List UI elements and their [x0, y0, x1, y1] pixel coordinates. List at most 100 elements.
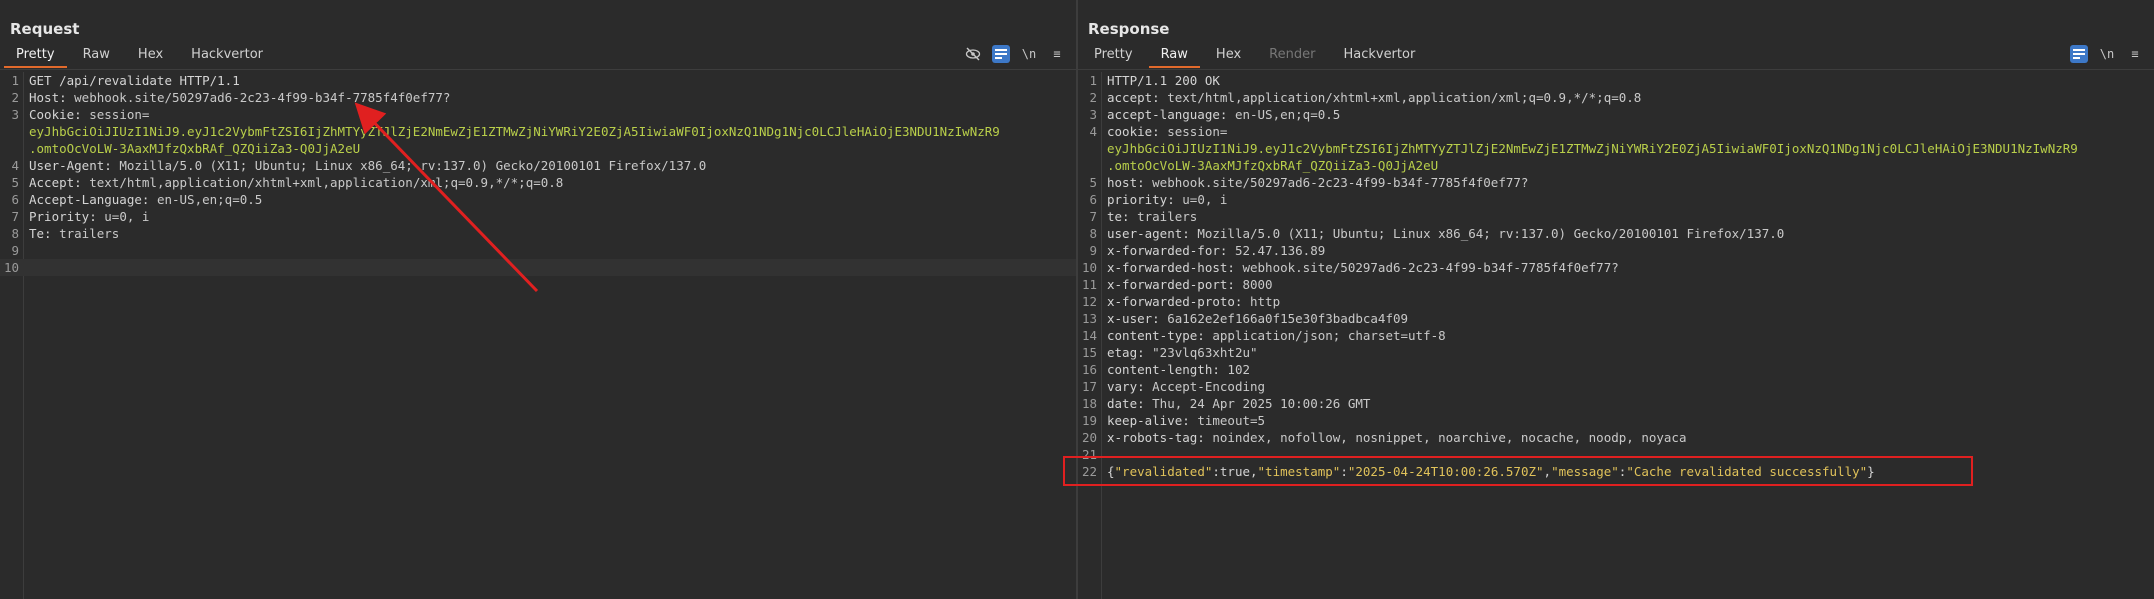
code-line[interactable]: 1 HTTP/1.1 200 OK: [1078, 72, 2154, 89]
code-line[interactable]: 14 content-type: application/json; charse…: [1078, 327, 2154, 344]
response-pane: Response Pretty Raw Hex Render Hackvertor \n…: [1078, 0, 2154, 599]
line-number: 5: [11, 175, 19, 190]
code-line[interactable]: 10 x-forwarded-host: webhook.site/50297ad…: [1078, 259, 2154, 276]
code-line[interactable]: 18 date: Thu, 24 Apr 2025 10:00:26 GMT: [1078, 395, 2154, 412]
code-line[interactable]: .omtoOcVoLW-3AaxMJfzQxbRAf_QZQiiZa3-Q0Jj…: [0, 140, 1076, 157]
line-number: 11: [1081, 277, 1097, 292]
line-number: 4: [11, 158, 19, 173]
header-name: Accept-Language:: [29, 192, 157, 207]
code-line[interactable]: 19 keep-alive: timeout=5: [1078, 412, 2154, 429]
code-line[interactable]: 15 etag: "23vlq63xht2u": [1078, 344, 2154, 361]
line-content: eyJhbGciOiJIUzI1NiJ9.eyJ1c2VybmFtZSI6IjZ…: [29, 123, 1000, 140]
code-line[interactable]: 12 x-forwarded-proto: http: [1078, 293, 2154, 310]
line-content: Te: trailers: [29, 225, 119, 242]
request-tab-separator: [0, 69, 1076, 70]
response-tab-hex[interactable]: Hex: [1204, 44, 1253, 68]
header-name: accept-language:: [1107, 107, 1235, 122]
code-line[interactable]: 9 x-forwarded-for: 52.47.136.89: [1078, 242, 2154, 259]
menu-icon[interactable]: ≡: [2126, 45, 2144, 63]
code-line[interactable]: 5 host: webhook.site/50297ad6-2c23-4f99-b…: [1078, 174, 2154, 191]
response-toolbar: \n ≡: [2070, 45, 2144, 63]
header-value: Mozilla/5.0 (X11; Ubuntu; Linux x86_64; …: [119, 158, 707, 173]
word-wrap-icon[interactable]: [2070, 45, 2088, 63]
code-line[interactable]: 16 content-length: 102: [1078, 361, 2154, 378]
header-value: Thu, 24 Apr 2025 10:00:26 GMT: [1152, 396, 1371, 411]
header-name: Cookie:: [29, 107, 90, 122]
code-line[interactable]: 9: [0, 242, 1076, 259]
newline-toggle-icon[interactable]: \n: [2098, 45, 2116, 63]
code-line[interactable]: 1 GET /api/revalidate HTTP/1.1: [0, 72, 1076, 89]
header-value: Accept-Encoding: [1152, 379, 1266, 394]
code-line[interactable]: 3 accept-language: en-US,en;q=0.5: [1078, 106, 2154, 123]
header-name: accept:: [1107, 90, 1168, 105]
code-line[interactable]: 2 accept: text/html,application/xhtml+xml…: [1078, 89, 2154, 106]
eye-off-icon[interactable]: [964, 45, 982, 63]
header-value: "23vlq63xht2u": [1152, 345, 1258, 360]
code-line[interactable]: 17 vary: Accept-Encoding: [1078, 378, 2154, 395]
code-line[interactable]: 10: [0, 259, 1076, 276]
request-tab-hackvertor[interactable]: Hackvertor: [179, 44, 275, 68]
line-content: x-forwarded-proto: http: [1107, 293, 1280, 310]
word-wrap-icon[interactable]: [992, 45, 1010, 63]
code-line[interactable]: 20 x-robots-tag: noindex, nofollow, nosni…: [1078, 429, 2154, 446]
code-line[interactable]: 8 Te: trailers: [0, 225, 1076, 242]
response-tab-raw[interactable]: Raw: [1148, 44, 1201, 68]
code-line[interactable]: 6 priority: u=0, i: [1078, 191, 2154, 208]
header-value: webhook.site/50297ad6-2c23-4f99-b34f-778…: [1152, 175, 1529, 190]
line-content: Host: webhook.site/50297ad6-2c23-4f99-b3…: [29, 89, 450, 106]
code-line[interactable]: 3 Cookie: session=: [0, 106, 1076, 123]
line-content: .omtoOcVoLW-3AaxMJfzQxbRAf_QZQiiZa3-Q0Jj…: [29, 140, 360, 157]
code-line[interactable]: 2 Host: webhook.site/50297ad6-2c23-4f99-b…: [0, 89, 1076, 106]
response-tab-separator: [1078, 69, 2154, 70]
line-content: x-forwarded-host: webhook.site/50297ad6-…: [1107, 259, 1619, 276]
header-name: Te:: [29, 226, 60, 241]
code-line[interactable]: 5 Accept: text/html,application/xhtml+xml…: [0, 174, 1076, 191]
line-content: x-robots-tag: noindex, nofollow, nosnipp…: [1107, 429, 1686, 446]
code-line[interactable]: 6 Accept-Language: en-US,en;q=0.5: [0, 191, 1076, 208]
line-content: date: Thu, 24 Apr 2025 10:00:26 GMT: [1107, 395, 1370, 412]
header-value: trailers: [1137, 209, 1198, 224]
code-line[interactable]: eyJhbGciOiJIUzI1NiJ9.eyJ1c2VybmFtZSI6IjZ…: [1078, 140, 2154, 157]
request-tab-hex[interactable]: Hex: [126, 44, 175, 68]
response-tab-pretty[interactable]: Pretty: [1082, 44, 1145, 68]
code-line[interactable]: 11 x-forwarded-port: 8000: [1078, 276, 2154, 293]
request-toolbar: \n ≡: [964, 45, 1066, 63]
line-content: GET /api/revalidate HTTP/1.1: [29, 72, 240, 89]
code-line[interactable]: 7 Priority: u=0, i: [0, 208, 1076, 225]
request-pane: Request Pretty Raw Hex Hackvertor \n ≡ 1 GET…: [0, 0, 1076, 599]
line-number: 18: [1081, 396, 1097, 411]
line-number: 7: [1089, 209, 1097, 224]
response-editor[interactable]: 1 HTTP/1.1 200 OK 2 accept: text/html,appli…: [1078, 72, 2154, 599]
code-line[interactable]: 4 cookie: session=: [1078, 123, 2154, 140]
code-line[interactable]: 8 user-agent: Mozilla/5.0 (X11; Ubuntu; L…: [1078, 225, 2154, 242]
request-editor[interactable]: 1 GET /api/revalidate HTTP/1.1 2 Host: webh…: [0, 72, 1076, 599]
header-name: vary:: [1107, 379, 1153, 394]
response-tab-hackvertor[interactable]: Hackvertor: [1331, 44, 1427, 68]
session-token: eyJhbGciOiJIUzI1NiJ9.eyJ1c2VybmFtZSI6IjZ…: [1107, 141, 2078, 156]
code-line[interactable]: 7 te: trailers: [1078, 208, 2154, 225]
line-number: 17: [1081, 379, 1097, 394]
header-value: webhook.site/50297ad6-2c23-4f99-b34f-778…: [1242, 260, 1619, 275]
request-tab-pretty[interactable]: Pretty: [4, 44, 67, 68]
line-content: HTTP/1.1 200 OK: [1107, 72, 1220, 89]
newline-toggle-icon[interactable]: \n: [1020, 45, 1038, 63]
line-number: 8: [11, 226, 19, 241]
header-value: trailers: [59, 226, 120, 241]
line-content: cookie: session=: [1107, 123, 1227, 140]
line-number: 1: [11, 73, 19, 88]
request-tab-raw[interactable]: Raw: [71, 44, 122, 68]
line-content: User-Agent: Mozilla/5.0 (X11; Ubuntu; Li…: [29, 157, 706, 174]
header-name: x-forwarded-for:: [1107, 243, 1235, 258]
code-line[interactable]: .omtoOcVoLW-3AaxMJfzQxbRAf_QZQiiZa3-Q0Jj…: [1078, 157, 2154, 174]
line-number: 4: [1089, 124, 1097, 139]
code-line[interactable]: eyJhbGciOiJIUzI1NiJ9.eyJ1c2VybmFtZSI6IjZ…: [0, 123, 1076, 140]
menu-icon[interactable]: ≡: [1048, 45, 1066, 63]
line-content: user-agent: Mozilla/5.0 (X11; Ubuntu; Li…: [1107, 225, 1784, 242]
line-number: 1: [1089, 73, 1097, 88]
burp-repeater-view: Request Pretty Raw Hex Hackvertor \n ≡ 1 GET…: [0, 0, 2154, 599]
header-name: User-Agent:: [29, 158, 120, 173]
code-line[interactable]: 4 User-Agent: Mozilla/5.0 (X11; Ubuntu; L…: [0, 157, 1076, 174]
line-content: Accept: text/html,application/xhtml+xml,…: [29, 174, 563, 191]
code-line[interactable]: 13 x-user: 6a162e2ef166a0f15e30f3badbca4f…: [1078, 310, 2154, 327]
line-number: 3: [11, 107, 19, 122]
